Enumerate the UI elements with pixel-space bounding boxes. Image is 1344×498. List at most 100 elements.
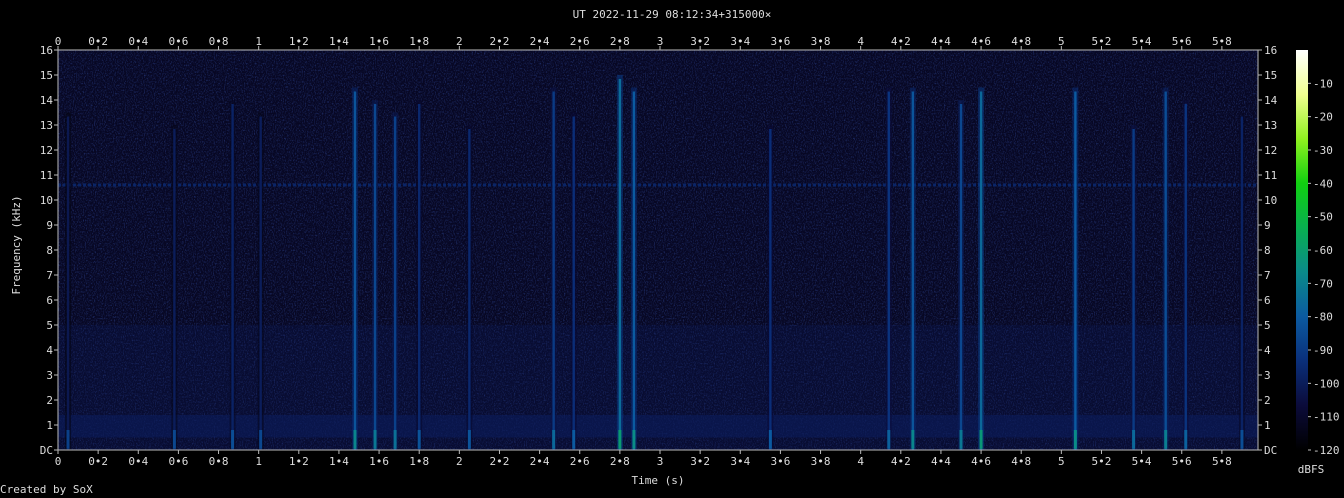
y-tick-label-right: 14 [1264,94,1278,107]
x-tick-label: 3•4 [730,455,750,468]
transient-base [768,430,772,449]
x-tick-label-top: 4 [857,35,864,48]
transient-streak [887,91,890,450]
x-tick-label: 4•6 [971,455,991,468]
x-tick-label-top: 3 [657,35,664,48]
x-tick-label: 2•4 [530,455,550,468]
x-tick-label: 1•8 [409,455,429,468]
y-tick-label-right: 15 [1264,69,1277,82]
y-tick-label: 7 [46,269,53,282]
x-tick-label-top: 5•6 [1172,35,1192,48]
transient-streak [979,91,983,450]
colorbar-tick-label: -40 [1313,177,1333,190]
transient-streak [1164,91,1167,450]
transient-streak [552,91,555,450]
transient-base [353,430,357,449]
x-tick-label-top: 3•2 [690,35,710,48]
transient-base [911,430,915,449]
transient-streak [393,116,397,450]
y-tick-label-right: 3 [1264,369,1271,382]
transient-base [632,430,636,449]
y-axis-label: Frequency (kHz) [10,195,23,294]
sox-credit: Created by SoX [0,483,93,496]
transient-base [1073,430,1077,449]
x-tick-label-top: 5•2 [1092,35,1112,48]
x-tick-label-top: 4•6 [971,35,991,48]
x-tick-label: 2•6 [570,455,590,468]
y-tick-label-right: 12 [1264,144,1277,157]
x-tick-label-top: 3•4 [730,35,750,48]
x-tick-label-top: 4•2 [891,35,911,48]
x-tick-label-top: 1•2 [289,35,309,48]
x-tick-label-top: 2•6 [570,35,590,48]
x-tick-label-top: 0 [55,35,62,48]
y-tick-label-right: 10 [1264,194,1277,207]
x-tick-label-top: 5 [1058,35,1065,48]
transient-base [66,430,70,449]
y-tick-label-right: 4 [1264,344,1271,357]
x-tick-label: 1•6 [369,455,389,468]
x-tick-label: 0•4 [128,455,148,468]
transient-base [1132,430,1136,449]
y-tick-label: 12 [40,144,53,157]
transient-streak [373,104,377,450]
x-tick-label: 5 [1058,455,1065,468]
x-tick-label-top: 0•4 [128,35,148,48]
x-tick-label: 0•2 [88,455,108,468]
x-tick-label-top: 4•4 [931,35,951,48]
transient-streak [632,91,636,450]
colorbar-tick-label: -50 [1313,211,1333,224]
colorbar-tick-label: -120 [1313,444,1340,457]
transient-base [1164,430,1168,449]
x-tick-label: 5•8 [1212,455,1232,468]
transient-base [259,430,263,449]
transient-base [373,430,377,449]
y-tick-label-right: 11 [1264,169,1277,182]
transient-streak [1184,104,1187,450]
transient-streak [618,79,622,450]
x-tick-label: 5•2 [1092,455,1112,468]
x-tick-label: 4•2 [891,455,911,468]
x-tick-label: 3•8 [811,455,831,468]
x-tick-label: 2•2 [490,455,510,468]
y-tick-label: 1 [46,419,53,432]
x-tick-label-top: 4•8 [1011,35,1031,48]
transient-base [1184,430,1188,449]
y-tick-label: 10 [40,194,53,207]
colorbar-tick-label: -30 [1313,144,1333,157]
transient-base [393,430,397,449]
transient-base [552,430,556,449]
colorbar-tick-label: -80 [1313,311,1333,324]
y-tick-label-right: DC [1264,444,1277,457]
x-tick-label-top: 5•8 [1212,35,1232,48]
y-tick-label: 9 [46,219,53,232]
y-tick-label-right: 8 [1264,244,1271,257]
y-tick-label: 13 [40,119,53,132]
y-tick-label-right: 9 [1264,219,1271,232]
colorbar-tick-label: -60 [1313,244,1333,257]
transient-base [572,430,576,449]
y-tick-label: 2 [46,394,53,407]
colorbar-tick-label: -90 [1313,344,1333,357]
colorbar-tick-label: -10 [1313,77,1333,90]
y-tick-label: 5 [46,319,53,332]
colorbar: -10 -20 -30 -40 -50 -60 -70 -80 -90 -100 -110 -120 [1296,50,1340,457]
x-tick-label-top: 1•4 [329,35,349,48]
x-tick-label: 2•8 [610,455,630,468]
y-tick-label-right: 7 [1264,269,1271,282]
y-tick-label-right: 5 [1264,319,1271,332]
y-tick-label-right: 2 [1264,394,1271,407]
x-tick-label: 2 [456,455,463,468]
x-tick-label-top: 1•6 [369,35,389,48]
transient-streak [1074,91,1077,450]
x-tick-label: 0•8 [209,455,229,468]
y-tick-label: 6 [46,294,53,307]
x-tick-label-top: 1 [255,35,262,48]
x-tick-label-top: 3•6 [770,35,790,48]
x-tick-label-top: 3•8 [811,35,831,48]
colorbar-tick-label: -20 [1313,111,1333,124]
x-tick-label: 4 [857,455,864,468]
y-tick-label-right: 13 [1264,119,1277,132]
y-tick-label: 3 [46,369,53,382]
x-tick-label: 3•2 [690,455,710,468]
